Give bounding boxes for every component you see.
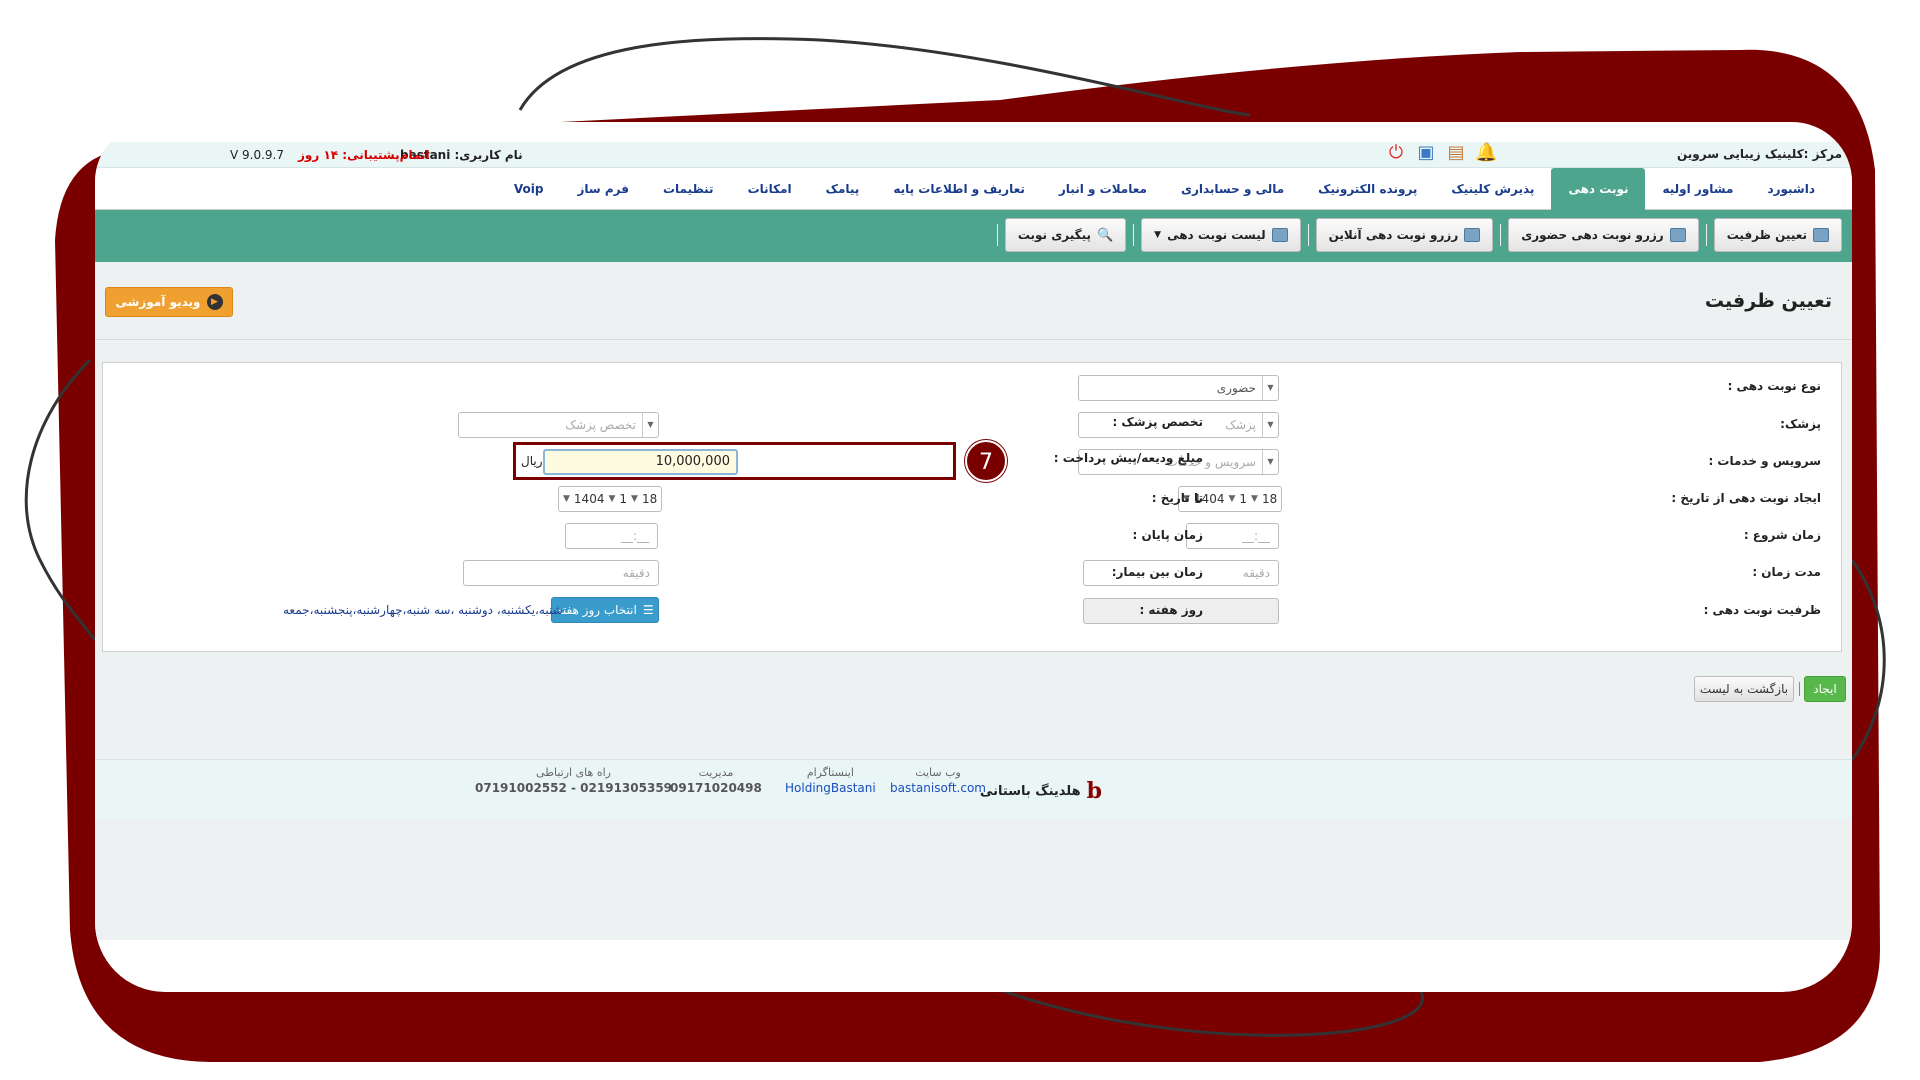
top-icons: ⏻ ▣ ▤ 🔔: [1385, 142, 1498, 164]
end-time-label: زمان پایان :: [1132, 528, 1203, 542]
to-date-label: تا تاریخ :: [1151, 491, 1203, 505]
menu-item-definitions[interactable]: تعاریف و اطلاعات پایه: [876, 168, 1042, 210]
menu-item-form-builder[interactable]: فرم ساز: [560, 168, 646, 210]
capacity-label: ظرفیت نوبت دهی :: [1703, 603, 1821, 617]
appointment-type-select[interactable]: ▼ حضوری: [1078, 375, 1279, 401]
top-status-bar: مرکز :کلینیک زیبایی سروین ⏻ ▣ ▤ 🔔 نام کا…: [95, 142, 1852, 168]
toolbar-separator: [996, 224, 998, 246]
menu-item-clinic-reception[interactable]: پذیرش کلینیک: [1434, 168, 1551, 210]
page-header: تعیین ظرفیت ▶ ویدیو آموزشی: [95, 262, 1852, 340]
start-time-label: زمان شروع :: [1743, 528, 1821, 542]
main-menu: داشبورد مشاور اولیه نوبت دهی پذیرش کلینی…: [95, 168, 1852, 210]
website-link[interactable]: bastanisoft.com: [890, 781, 986, 795]
computer-icon: [1271, 228, 1288, 242]
deposit-input[interactable]: 10,000,000: [543, 449, 738, 475]
toolbar-separator: [1307, 224, 1309, 246]
end-time-input[interactable]: __:__: [565, 523, 658, 549]
brand: b هلدینگ باستانی: [980, 778, 1103, 804]
selected-weekdays: شنبه،یکشنبه، دوشنبه ،سه شنبه،چهارشنبه،پن…: [283, 603, 563, 617]
computer-icon: [1813, 228, 1829, 242]
power-icon[interactable]: ⏻: [1385, 142, 1407, 164]
sub-toolbar: تعیین ظرفیت رزرو نوبت دهی حضوری رزرو نوب…: [95, 210, 1852, 262]
to-date-picker[interactable]: ▼ 1404 ▼ 1 ▼ 18: [558, 486, 663, 512]
create-button[interactable]: ایجاد: [1804, 676, 1846, 702]
footer-instagram: اینستاگرام HoldingBastani: [785, 766, 876, 795]
calendar-icon[interactable]: ▤: [1445, 142, 1467, 164]
currency-unit: ریال: [521, 454, 543, 468]
from-day[interactable]: 18: [1262, 492, 1277, 506]
toolbar-separator: [1133, 224, 1135, 246]
chevron-down-icon: ▼: [642, 413, 658, 437]
page-title: تعیین ظرفیت: [1704, 290, 1832, 312]
chevron-down-icon: ▼: [563, 494, 570, 504]
duration-label: مدت زمان :: [1752, 565, 1821, 579]
between-patients-label: زمان بین بیمار:: [1111, 565, 1203, 579]
caret-down-icon: ▼: [1154, 230, 1162, 240]
footer: b هلدینگ باستانی وب سایت bastanisoft.com…: [95, 759, 1852, 819]
capacity-form: نوع نوبت دهی : پزشک: سرویس و خدمات : ایج…: [102, 362, 1842, 652]
tutorial-video-button[interactable]: ▶ ویدیو آموزشی: [105, 287, 233, 317]
chevron-down-icon: ▼: [1262, 413, 1278, 437]
instagram-link[interactable]: HoldingBastani: [785, 781, 876, 795]
toolbar-separator: [1705, 224, 1707, 246]
from-date-label: ایجاد نوبت دهی از تاریخ :: [1671, 491, 1821, 505]
chevron-down-icon: ▼: [1262, 376, 1278, 400]
to-year[interactable]: 1404: [574, 492, 605, 506]
chevron-down-icon: ▼: [608, 494, 616, 504]
menu-item-voip[interactable]: Voip: [497, 168, 561, 210]
appointment-type-label: نوع نوبت دهی :: [1727, 379, 1821, 393]
content-area: نوع نوبت دهی : پزشک: سرویس و خدمات : ایج…: [95, 340, 1852, 940]
menu-item-dashboard[interactable]: داشبورد: [1750, 168, 1832, 210]
track-appointment-button[interactable]: 🔍 پیگیری نوبت: [1004, 218, 1127, 252]
support-remaining: اتمام‌پشتیبانی: ۱۴ روز: [298, 148, 430, 162]
from-month[interactable]: 1: [1239, 492, 1247, 506]
set-capacity-button[interactable]: تعیین ظرفیت: [1713, 218, 1842, 252]
magnifier-icon: 🔍: [1096, 227, 1114, 243]
appointment-list-dropdown[interactable]: لیست نوبت دهی ▼: [1141, 218, 1301, 252]
footer-management: مدیریت 09171020498: [670, 766, 762, 795]
form-actions: ایجاد بازگشت به لیست: [95, 658, 1852, 718]
menu-item-settings[interactable]: تنظیمات: [646, 168, 731, 210]
chevron-down-icon: ▼: [1251, 494, 1258, 504]
list-icon: ☰: [642, 603, 654, 617]
bell-icon[interactable]: 🔔: [1475, 142, 1497, 164]
play-icon: ▶: [206, 294, 223, 310]
footer-website: وب سایت bastanisoft.com: [890, 766, 986, 795]
action-separator: [1799, 682, 1800, 696]
menu-item-inventory[interactable]: معاملات و انبار: [1042, 168, 1164, 210]
specialty-select[interactable]: ▼ تخصص پزشک: [458, 412, 659, 438]
step-number-badge: 7: [965, 440, 1007, 482]
chevron-down-icon: ▼: [1228, 494, 1236, 504]
in-person-booking-button[interactable]: رزرو نوبت دهی حضوری: [1508, 218, 1699, 252]
computer-icon: [1464, 228, 1481, 242]
service-label: سرویس و خدمات :: [1708, 454, 1821, 468]
version-label: V 9.0.9.7: [230, 148, 285, 162]
toolbar-separator: [1500, 224, 1502, 246]
app-window: مرکز :کلینیک زیبایی سروین ⏻ ▣ ▤ 🔔 نام کا…: [95, 122, 1852, 992]
select-weekday-button[interactable]: ☰ انتخاب روز هفته: [551, 597, 659, 623]
back-to-list-button[interactable]: بازگشت به لیست: [1694, 676, 1794, 702]
between-patients-input[interactable]: دقیقه: [463, 560, 659, 586]
footer-contact: راه های ارتباطی 07191002552 - 0219130535…: [475, 766, 673, 795]
menu-item-appointments[interactable]: نوبت دهی: [1551, 168, 1646, 210]
menu-item-e-record[interactable]: پرونده الکترونیک: [1301, 168, 1434, 210]
doctor-label: پزشک:: [1780, 417, 1821, 431]
computer-icon: [1669, 228, 1686, 242]
deposit-label: مبلغ ودیعه/پیش پرداخت :: [1053, 451, 1203, 465]
chevron-down-icon: ▼: [1262, 450, 1278, 474]
menu-item-sms[interactable]: پیامک: [809, 168, 877, 210]
online-booking-button[interactable]: رزرو نوبت دهی آنلاین: [1315, 218, 1494, 252]
calendar-check-icon[interactable]: ▣: [1415, 142, 1437, 164]
chevron-down-icon: ▼: [631, 494, 638, 504]
menu-item-features[interactable]: امکانات: [731, 168, 809, 210]
menu-item-initial-consultant[interactable]: مشاور اولیه: [1645, 168, 1750, 210]
center-name: مرکز :کلینیک زیبایی سروین: [1676, 147, 1842, 161]
to-month[interactable]: 1: [619, 492, 627, 506]
brand-logo-icon: b: [1086, 778, 1103, 804]
to-day[interactable]: 18: [642, 492, 657, 506]
weekday-label: روز هفته :: [1139, 603, 1203, 617]
menu-item-finance[interactable]: مالی و حسابداری: [1164, 168, 1301, 210]
specialty-label: تخصص پزشک :: [1112, 415, 1203, 429]
